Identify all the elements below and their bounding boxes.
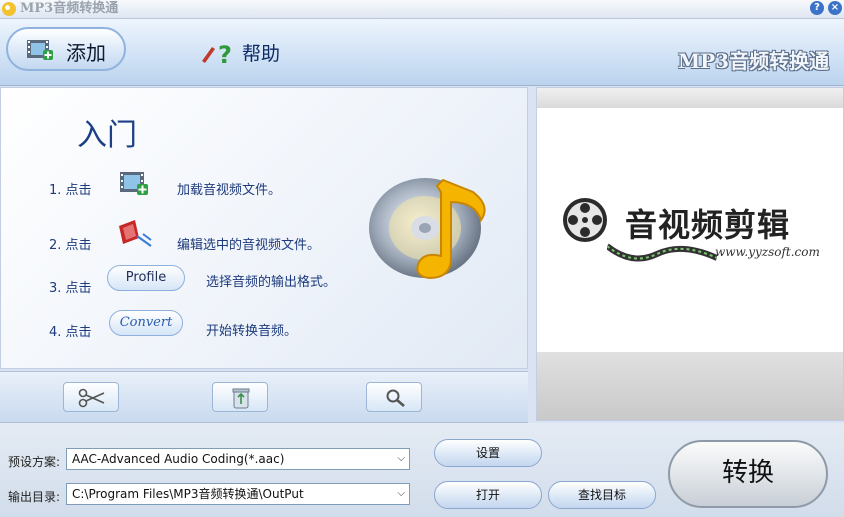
preset-value: AAC-Advanced Audio Coding(*.aac)	[72, 452, 285, 466]
step-4-text: 开始转换音频。	[206, 324, 298, 339]
guide-title: 入门	[77, 118, 137, 153]
app-icon	[2, 2, 16, 16]
recycle-bin-icon	[232, 388, 250, 409]
scissors-icon	[78, 388, 105, 408]
cut-button[interactable]	[63, 382, 119, 412]
output-label: 输出目录:	[8, 490, 61, 504]
close-button[interactable]: ×	[828, 1, 842, 15]
title-bar: MP3音频转换通 ? ×	[0, 0, 844, 19]
preview-header	[537, 88, 843, 108]
step-4-number: 4. 点击	[49, 325, 92, 340]
film-add-icon	[27, 40, 53, 60]
open-button[interactable]: 打开	[434, 481, 542, 509]
preview-panel: 音视频剪辑 www.yyzsoft.com	[536, 87, 844, 421]
edit-icon[interactable]	[117, 218, 153, 248]
magnifier-icon	[386, 389, 405, 407]
window-title: MP3音频转换通	[20, 1, 119, 16]
step-1-number: 1. 点击	[49, 183, 92, 198]
brand-url: www.yyzsoft.com	[715, 245, 820, 259]
delete-button[interactable]	[212, 382, 268, 412]
film-add-icon[interactable]	[119, 170, 149, 196]
convert-guide-button[interactable]: Convert	[109, 310, 183, 336]
chevron-down-icon[interactable]: ⌵	[397, 484, 405, 504]
toolbar: 添加 ? 帮助 MP3音频转换通	[0, 19, 844, 86]
find-target-button[interactable]: 查找目标	[548, 481, 656, 509]
help-question-button[interactable]: ?	[810, 1, 824, 15]
svg-text:?: ?	[218, 41, 232, 67]
convert-button[interactable]: 转换	[668, 440, 828, 508]
chevron-down-icon[interactable]: ⌵	[397, 449, 405, 469]
preset-label: 预设方案:	[8, 455, 61, 469]
output-value: C:\Program Files\MP3音频转换通\OutPut	[72, 487, 304, 501]
add-button[interactable]: 添加	[6, 27, 126, 71]
output-directory-select[interactable]: C:\Program Files\MP3音频转换通\OutPut ⌵	[66, 483, 410, 505]
edit-tools-bar	[0, 371, 528, 423]
music-cd-icon	[369, 178, 486, 280]
step-3-number: 3. 点击	[49, 281, 92, 296]
search-button[interactable]	[366, 382, 422, 412]
help-icon[interactable]: ?	[200, 41, 236, 67]
app-banner: MP3音频转换通	[678, 49, 830, 73]
help-label[interactable]: 帮助	[242, 39, 280, 66]
getting-started-panel: 入门 1. 点击 加载音视频文件。 2. 点击 编辑选中的音视频文件。 3. 点…	[0, 87, 528, 369]
step-2-text: 编辑选中的音视频文件。	[177, 238, 321, 253]
film-strip-icon	[607, 243, 717, 262]
preset-select[interactable]: AAC-Advanced Audio Coding(*.aac) ⌵	[66, 448, 410, 470]
preview-footer	[537, 352, 843, 420]
preview-screen: 音视频剪辑 www.yyzsoft.com	[537, 108, 843, 352]
step-3-text: 选择音频的输出格式。	[206, 275, 337, 290]
profile-button[interactable]: Profile	[107, 265, 185, 291]
step-1-text: 加载音视频文件。	[177, 183, 282, 198]
step-2-number: 2. 点击	[49, 238, 92, 253]
add-label: 添加	[66, 41, 106, 65]
settings-button[interactable]: 设置	[434, 439, 542, 467]
film-reel-icon	[563, 198, 607, 242]
